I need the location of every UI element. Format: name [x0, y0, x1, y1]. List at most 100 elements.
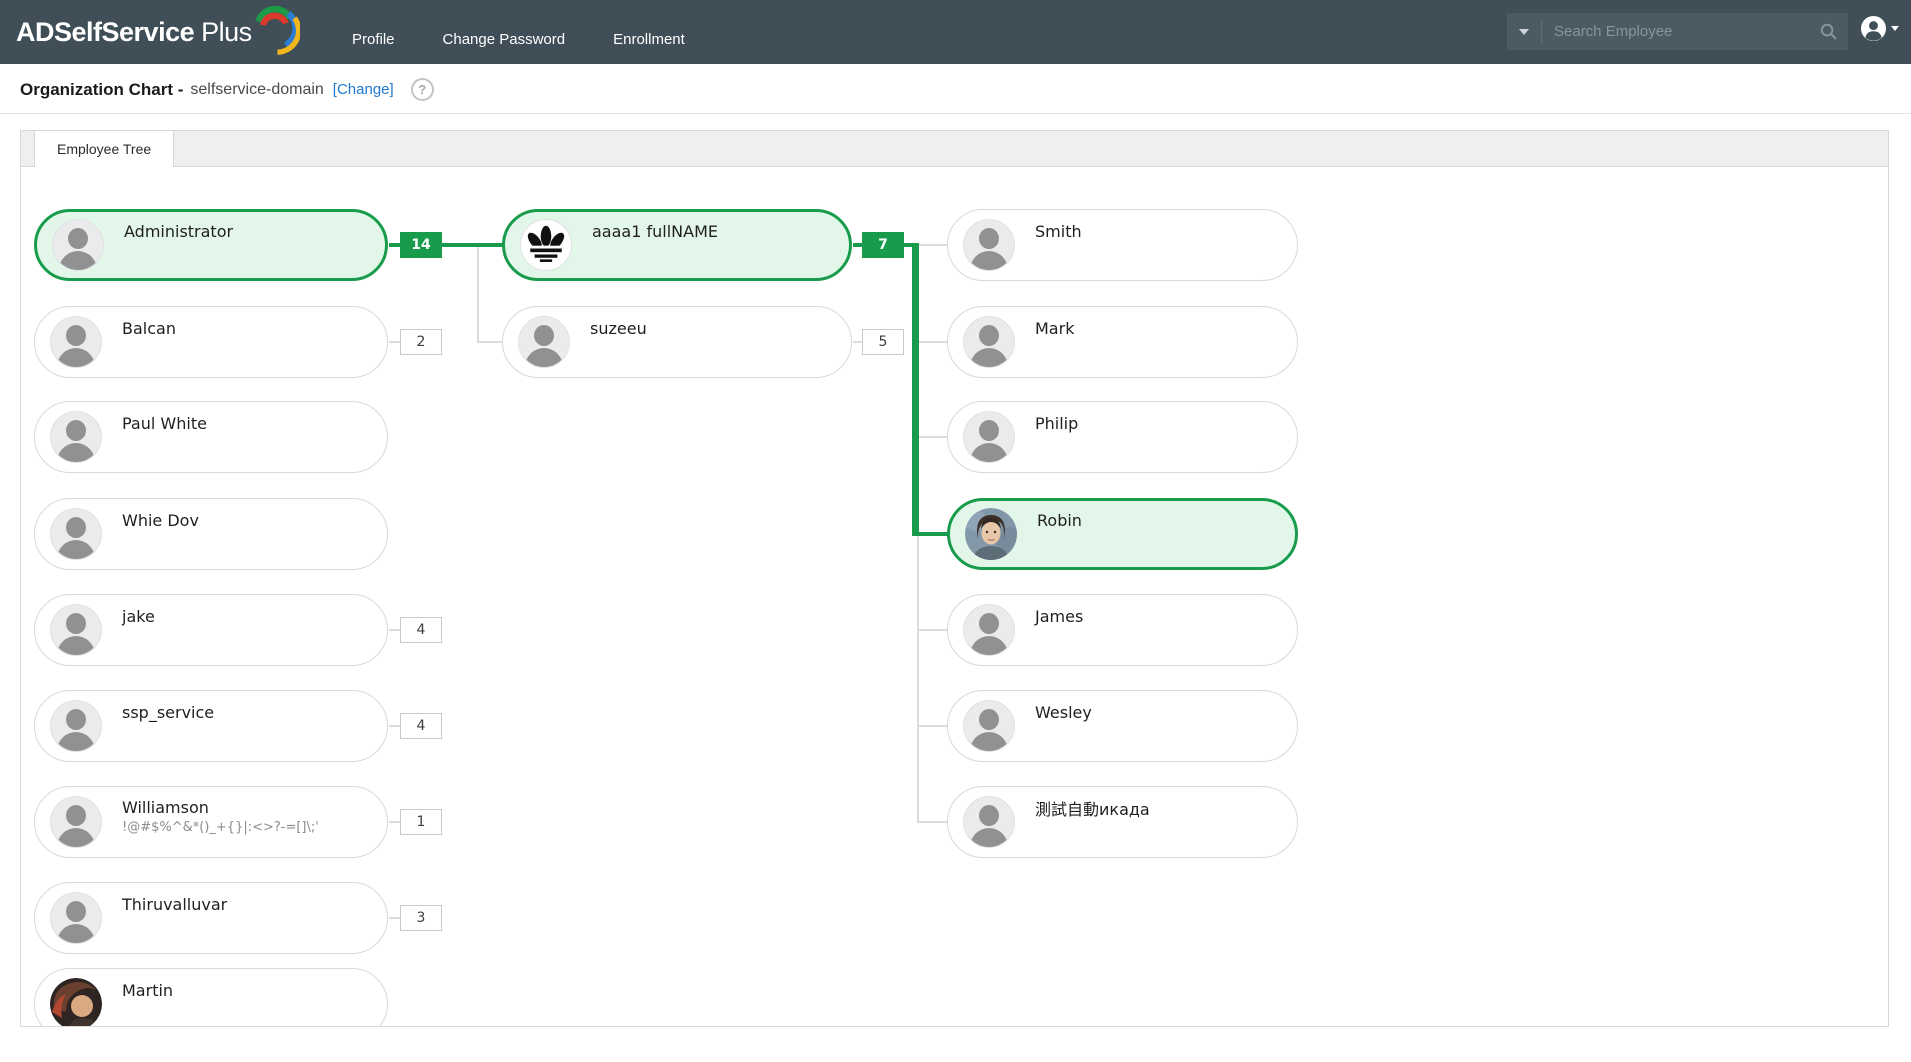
employee-card-robin[interactable]: Robin — [947, 498, 1298, 570]
employee-name: James — [1035, 607, 1083, 626]
subordinate-count-badge[interactable]: 4 — [400, 617, 442, 643]
nav-profile[interactable]: Profile — [352, 31, 395, 48]
subordinate-count-badge[interactable]: 14 — [400, 232, 442, 258]
employee-card-paul-white[interactable]: Paul White — [34, 401, 388, 473]
domain-name: selfservice-domain — [190, 81, 323, 99]
employee-subtitle: !@#$%^&*()_+{}|:<>?-=[]\;' — [122, 820, 319, 835]
connector-line — [918, 244, 948, 246]
employee-name: Robin — [1037, 511, 1082, 530]
employee-card-martin[interactable]: Martin — [34, 968, 388, 1026]
connector-line — [477, 246, 479, 343]
person-avatar-icon — [963, 219, 1015, 271]
employee-card-thiruvalluvar[interactable]: Thiruvalluvar — [34, 882, 388, 954]
change-domain-link[interactable]: [Change] — [333, 81, 394, 98]
employee-card-balcan[interactable]: Balcan — [34, 306, 388, 378]
employee-card-administrator[interactable]: Administrator — [34, 209, 388, 281]
employee-card-philip[interactable]: Philip — [947, 401, 1298, 473]
selected-connector-line — [912, 243, 919, 536]
person-avatar-icon — [963, 604, 1015, 656]
employee-name: aaaa1 fullNAME — [592, 222, 718, 241]
employee-name: Wesley — [1035, 703, 1092, 722]
person-avatar-icon — [963, 700, 1015, 752]
subordinate-count-badge[interactable]: 2 — [400, 329, 442, 355]
employee-tree-canvas: Administrator Balcan Paul White Whie Dov… — [21, 167, 1888, 1026]
person-avatar-icon — [963, 411, 1015, 463]
subordinate-count-badge[interactable]: 4 — [400, 713, 442, 739]
logo-text: ADSelfServicePlus — [16, 17, 252, 48]
logo-swirl-icon — [246, 0, 300, 56]
employee-name: Paul White — [122, 414, 207, 433]
employee-name: Balcan — [122, 319, 176, 338]
employee-name: Administrator — [124, 222, 233, 241]
search-icon — [1819, 22, 1838, 41]
person-avatar-icon — [50, 700, 102, 752]
employee-name: Thiruvalluvar — [122, 895, 227, 914]
user-menu[interactable] — [1860, 15, 1899, 42]
search-scope-dropdown[interactable] — [1507, 29, 1541, 35]
connector-line — [917, 534, 919, 822]
adselfservice-app: ADSelfServicePlus Profile Change Passwor… — [0, 0, 1911, 1062]
tab-employee-tree[interactable]: Employee Tree — [34, 131, 174, 167]
photo-avatar — [50, 978, 102, 1026]
org-chart-panel: Employee Tree — [20, 130, 1889, 1027]
page-title-bar: Organization Chart - selfservice-domain … — [20, 78, 434, 101]
chevron-down-icon — [1891, 26, 1899, 31]
person-avatar-icon — [52, 219, 104, 271]
search-input[interactable] — [1542, 23, 1808, 40]
connector-line — [917, 725, 948, 727]
employee-name: Whie Dov — [122, 511, 199, 530]
employee-card-ssp-service[interactable]: ssp_service — [34, 690, 388, 762]
employee-card-jake[interactable]: jake — [34, 594, 388, 666]
employee-name: Mark — [1035, 319, 1074, 338]
help-icon[interactable] — [411, 78, 434, 101]
employee-search — [1507, 13, 1848, 50]
employee-card-williamson[interactable]: Williamson !@#$%^&*()_+{}|:<>?-=[]\;' — [34, 786, 388, 858]
person-avatar-icon — [50, 316, 102, 368]
employee-name: Williamson — [122, 798, 319, 817]
search-button[interactable] — [1808, 22, 1848, 41]
employee-card-wesley[interactable]: Wesley — [947, 690, 1298, 762]
user-avatar-icon — [1860, 15, 1887, 42]
person-avatar-icon — [50, 604, 102, 656]
employee-card-cjk-user[interactable]: 測試自動икада — [947, 786, 1298, 858]
subordinate-count-badge[interactable]: 1 — [400, 809, 442, 835]
employee-name: 測試自動икада — [1035, 796, 1150, 820]
person-avatar-icon — [963, 796, 1015, 848]
nav-enrollment[interactable]: Enrollment — [613, 31, 685, 48]
page-title: Organization Chart - — [20, 80, 183, 100]
subordinate-count-badge[interactable]: 5 — [862, 329, 904, 355]
person-avatar-icon — [963, 316, 1015, 368]
chevron-down-icon — [1519, 29, 1529, 35]
subordinate-count-badge[interactable]: 3 — [400, 905, 442, 931]
employee-card-whie-dov[interactable]: Whie Dov — [34, 498, 388, 570]
employee-name: Philip — [1035, 414, 1078, 433]
connector-line — [917, 821, 948, 823]
employee-name: jake — [122, 607, 155, 626]
connector-line — [917, 341, 948, 343]
person-avatar-icon — [50, 508, 102, 560]
employee-card-smith[interactable]: Smith — [947, 209, 1298, 281]
person-avatar-icon — [50, 796, 102, 848]
employee-card-suzeeu[interactable]: suzeeu — [502, 306, 852, 378]
top-header: ADSelfServicePlus Profile Change Passwor… — [0, 0, 1911, 64]
connector-line — [917, 629, 948, 631]
app-logo[interactable]: ADSelfServicePlus — [16, 0, 300, 64]
employee-name: Smith — [1035, 222, 1082, 241]
person-avatar-icon — [50, 892, 102, 944]
trefoil-logo-avatar — [520, 219, 572, 271]
person-avatar-icon — [518, 316, 570, 368]
nav-change-password[interactable]: Change Password — [443, 31, 566, 48]
connector-line — [477, 341, 503, 343]
employee-card-aaaa1[interactable]: aaaa1 fullNAME — [502, 209, 852, 281]
person-avatar-icon — [50, 411, 102, 463]
main-nav: Profile Change Password Enrollment — [352, 0, 685, 64]
tab-strip: Employee Tree — [21, 131, 1888, 167]
title-divider — [0, 113, 1911, 114]
subordinate-count-badge[interactable]: 7 — [862, 232, 904, 258]
employee-name: Martin — [122, 981, 173, 1000]
connector-line — [917, 436, 948, 438]
employee-name: suzeeu — [590, 319, 647, 338]
employee-name: ssp_service — [122, 703, 214, 722]
employee-card-mark[interactable]: Mark — [947, 306, 1298, 378]
employee-card-james[interactable]: James — [947, 594, 1298, 666]
